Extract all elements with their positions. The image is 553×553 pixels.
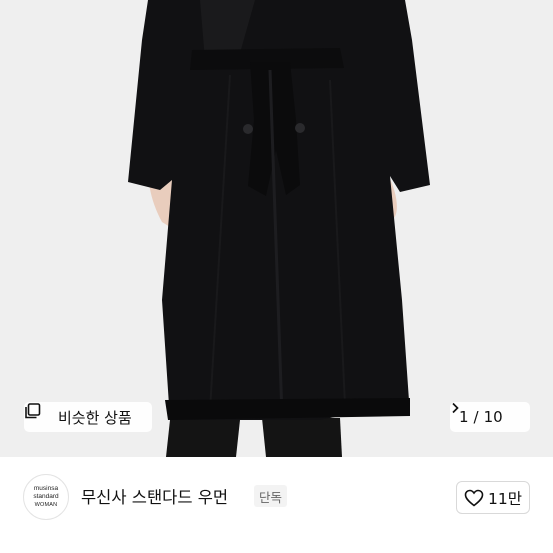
logo-line3: WOMAN	[34, 502, 58, 508]
like-count: 11만	[488, 489, 522, 508]
heart-outline-icon	[464, 489, 484, 507]
exclusive-badge: 단독	[254, 485, 288, 507]
image-counter-button[interactable]: 1 / 10	[450, 402, 530, 432]
brand-logo[interactable]: musinsa standard WOMAN	[23, 474, 69, 520]
logo-line2: standard	[33, 493, 59, 500]
logo-line1: musinsa	[33, 485, 59, 492]
similar-products-label: 비슷한 상품	[58, 408, 132, 427]
square-stack-icon	[25, 403, 52, 426]
product-image[interactable]: 비슷한 상품 1 / 10	[0, 0, 553, 457]
coat-photo	[0, 0, 553, 457]
brand-name-link[interactable]: 무신사 스탠다드 우먼	[81, 484, 228, 508]
like-button[interactable]: 11만	[456, 481, 530, 514]
counter-current: 1	[459, 408, 469, 426]
counter-separator: /	[473, 408, 479, 426]
similar-products-button[interactable]: 비슷한 상품	[24, 402, 152, 432]
counter-total: 10	[483, 408, 503, 426]
